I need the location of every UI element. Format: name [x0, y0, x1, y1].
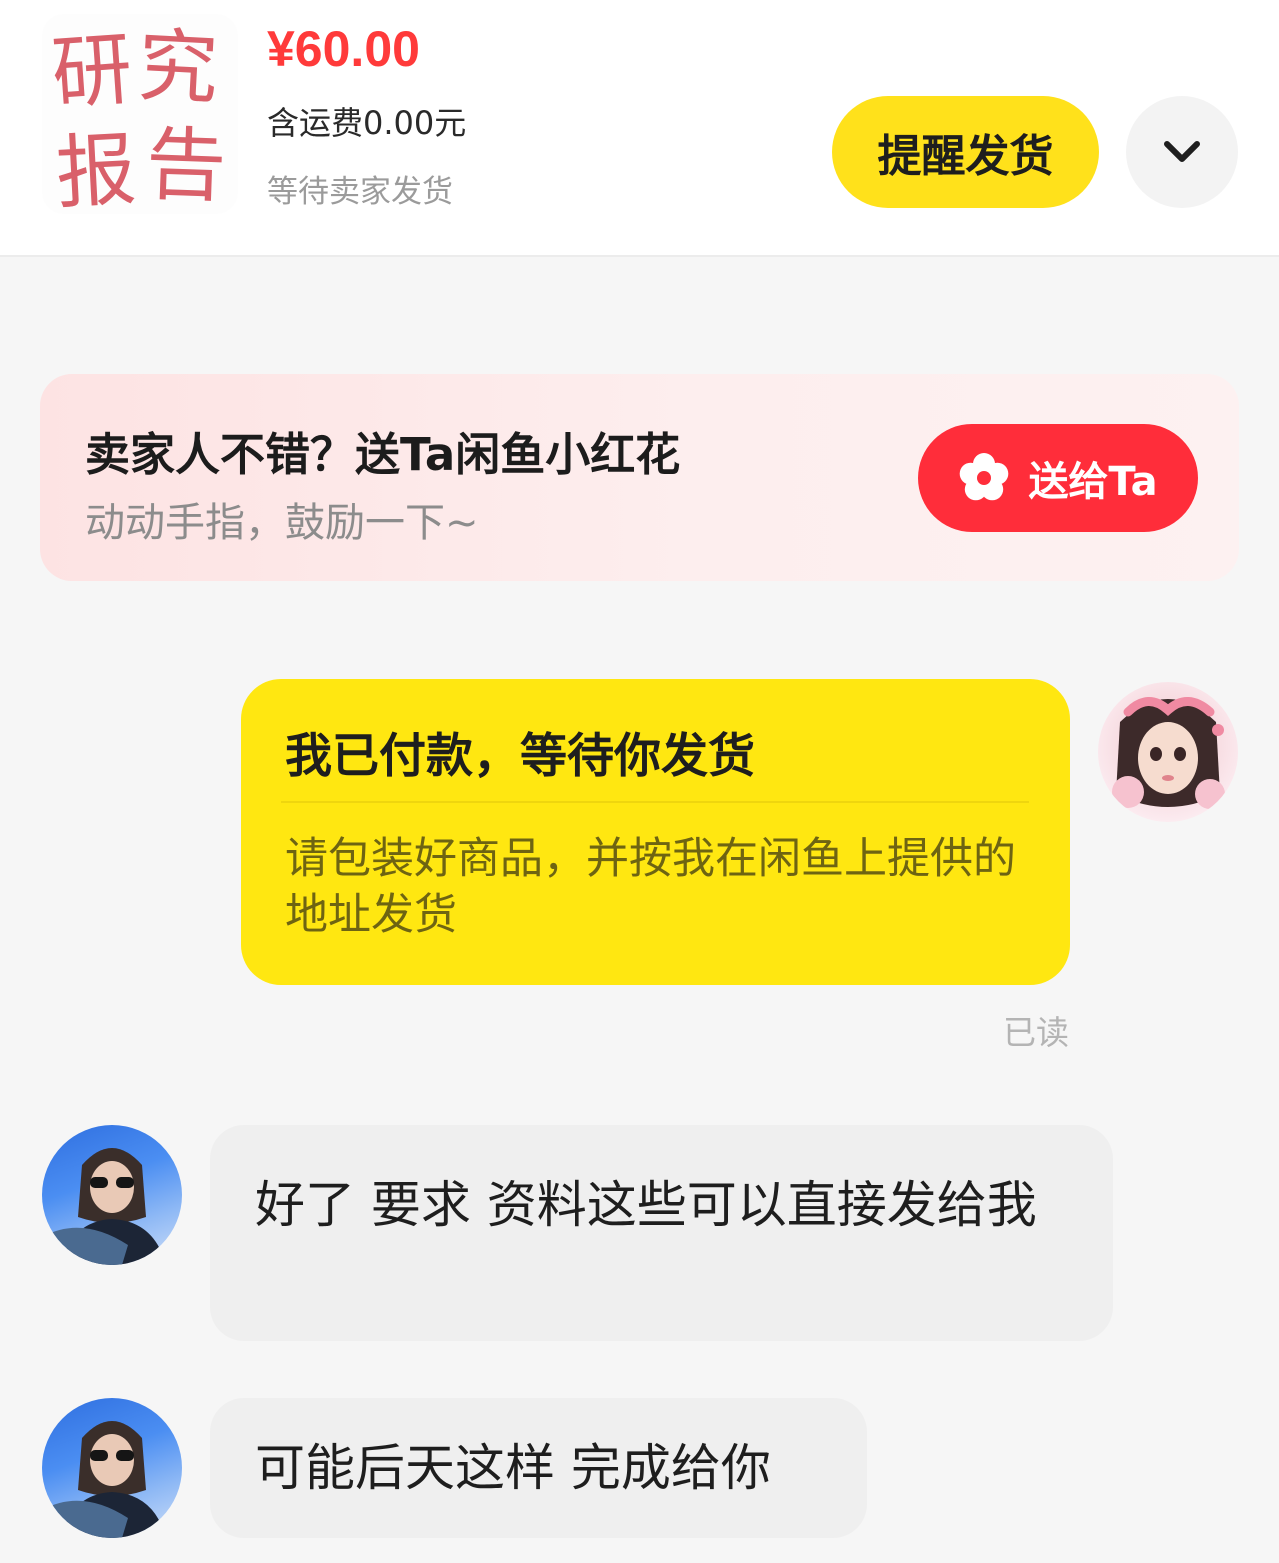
flower-card-title: 卖家人不错？送Ta闲鱼小红花 — [85, 428, 681, 481]
thumbnail-char: 究 — [135, 18, 221, 117]
order-price: ¥60.00 — [267, 21, 420, 77]
avatar-illustration — [42, 1148, 166, 1265]
avatar-illustration — [1112, 697, 1225, 809]
divider — [281, 801, 1029, 803]
seller-avatar[interactable] — [42, 1398, 182, 1538]
message-bubble[interactable]: 可能后天这样 完成给你 — [210, 1398, 867, 1538]
remind-ship-button[interactable]: 提醒发货 — [832, 96, 1099, 208]
send-flower-label: 送给Ta — [1028, 459, 1158, 505]
order-status: 等待卖家发货 — [267, 174, 453, 210]
flower-card-subtitle: 动动手指，鼓励一下~ — [85, 500, 479, 546]
seller-avatar[interactable] — [42, 1125, 182, 1265]
my-avatar[interactable] — [1098, 682, 1238, 822]
shipping-fee: 含运费0.00元 — [267, 104, 467, 142]
send-flower-button[interactable]: 送给Ta — [918, 424, 1198, 532]
thumbnail-char: 告 — [144, 117, 228, 214]
thumbnail-char: 研 — [48, 22, 136, 121]
read-receipt: 已读 — [1003, 1013, 1069, 1052]
payment-notice-card[interactable]: 我已付款，等待你发货 请包装好商品，并按我在闲鱼上提供的地址发货 — [241, 679, 1070, 985]
expand-order-button[interactable] — [1126, 96, 1238, 208]
message-bubble[interactable]: 好了 要求 资料这些可以直接发给我 — [210, 1125, 1113, 1341]
thumbnail-char: 报 — [53, 122, 139, 214]
flower-icon — [960, 453, 1009, 501]
flower-reward-card: 卖家人不错？送Ta闲鱼小红花 动动手指，鼓励一下~ 送给Ta — [40, 374, 1239, 581]
payment-notice-title: 我已付款，等待你发货 — [285, 729, 755, 784]
product-thumbnail[interactable]: 研 究 报 告 — [42, 14, 238, 214]
order-header: 研 究 报 告 ¥60.00 含运费0.00元 等待卖家发货 提醒发货 — [0, 0, 1279, 257]
avatar-illustration — [42, 1421, 166, 1538]
chevron-down-icon — [1164, 141, 1200, 162]
payment-notice-body: 请包装好商品，并按我在闲鱼上提供的地址发货 — [285, 834, 1016, 940]
